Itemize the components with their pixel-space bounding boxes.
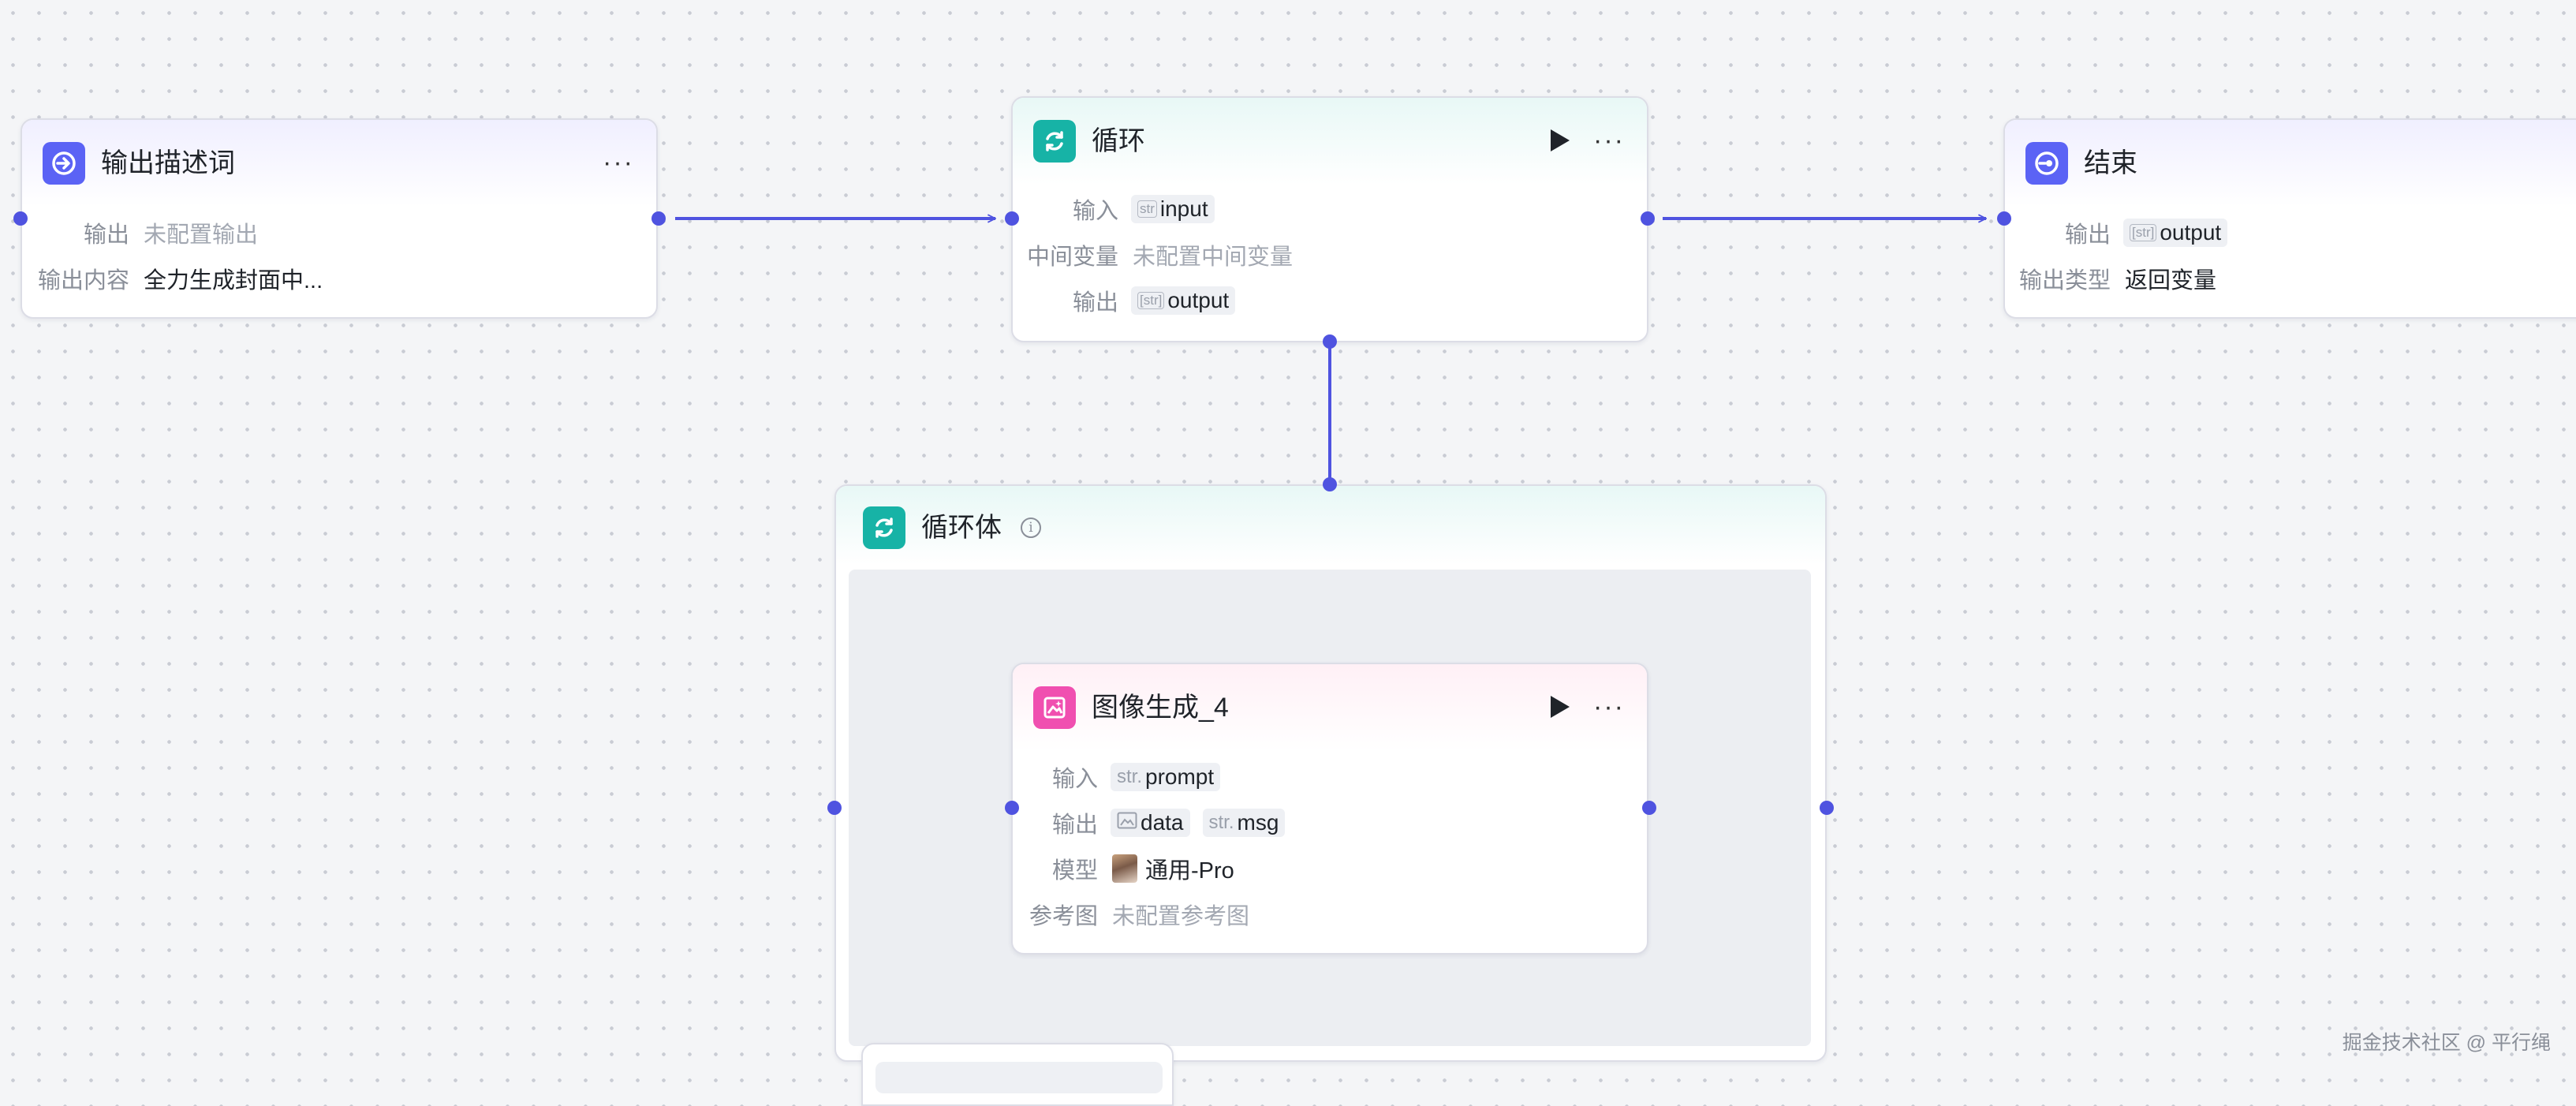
row-label: 输入 <box>1072 199 1118 224</box>
image-generation-icon <box>1033 686 1076 729</box>
row-value: 返回变量 <box>2125 268 2217 293</box>
row-output: 输出 data str. msg <box>1013 805 1286 841</box>
type-prefix: str. <box>1208 812 1234 833</box>
node-output-description[interactable]: 输出描述词 ··· 输出 未配置输出 输出内容 全力生成封面中... <box>21 118 658 319</box>
type-prefix: str. <box>1117 766 1143 787</box>
input-port[interactable] <box>13 211 28 226</box>
loop-body-end-port[interactable] <box>1820 801 1834 815</box>
input-port[interactable] <box>1997 211 2011 226</box>
variable-tag: data <box>1111 809 1190 837</box>
row-reference: 参考图 未配置参考图 <box>1013 896 1249 932</box>
end-node-icon <box>2025 142 2068 185</box>
node-title: 循环 <box>1092 126 1145 156</box>
node-title: 输出描述词 <box>101 148 235 178</box>
image-type-icon <box>1117 812 1137 835</box>
node-loop[interactable]: 循环 ··· 输入 str input 中间变量 未配置中间变量 输出 [str]… <box>1011 96 1648 342</box>
node-header: 输出描述词 ··· <box>22 120 656 207</box>
variable-name: input <box>1159 196 1208 221</box>
node-partial-inner <box>875 1062 1163 1093</box>
variable-name: output <box>1167 288 1230 312</box>
node-header: 结束 <box>2005 120 2576 207</box>
row-value: 未配置输出 <box>144 222 259 248</box>
variable-tag: str input <box>1131 195 1215 223</box>
variable-tag: [str] output <box>2123 219 2228 247</box>
row-label: 输出 <box>83 222 129 248</box>
loop-body-port[interactable] <box>1323 334 1337 349</box>
type-prefix: [str] <box>2130 224 2157 241</box>
output-port[interactable] <box>1641 211 1655 226</box>
run-icon[interactable] <box>1551 696 1570 718</box>
row-label: 输出 <box>1072 290 1118 316</box>
node-title: 结束 <box>2084 148 2137 178</box>
node-title: 循环体 <box>921 513 1002 543</box>
row-value: 全力生成封面中... <box>144 268 323 293</box>
row-value: 未配置参考图 <box>1112 904 1250 929</box>
loop-body-start-port[interactable] <box>827 801 842 815</box>
output-port[interactable] <box>1642 801 1656 815</box>
info-icon[interactable]: i <box>1021 518 1041 538</box>
row-output: 输出 [str] output <box>1013 282 1236 319</box>
node-end[interactable]: 结束 输出 [str] output 输出类型 返回变量 <box>2003 118 2576 319</box>
row-label: 输出 <box>1051 813 1098 838</box>
row-input: 输入 str input <box>1013 191 1215 227</box>
row-model: 模型 通用-Pro <box>1013 850 1234 887</box>
row-output-content: 输出内容 全力生成封面中... <box>22 260 323 297</box>
variable-name: data <box>1141 810 1184 835</box>
row-output: 输出 [str] output <box>2005 215 2228 251</box>
loop-body-icon <box>863 506 905 549</box>
more-options-icon[interactable]: ··· <box>1593 691 1625 723</box>
model-avatar <box>1112 854 1137 883</box>
type-prefix: str <box>1137 200 1157 218</box>
node-title: 图像生成_4 <box>1092 693 1229 723</box>
output-port[interactable] <box>651 211 666 226</box>
row-label: 输出 <box>2064 222 2111 248</box>
row-label: 输出类型 <box>2018 268 2111 293</box>
row-label: 中间变量 <box>1026 245 1118 270</box>
node-header: 循环体 <box>836 486 1825 565</box>
type-prefix: [str] <box>1137 292 1165 309</box>
row-value: 通用-Pro <box>1145 858 1234 884</box>
variable-name: prompt <box>1145 764 1215 789</box>
row-output-type: 输出类型 返回变量 <box>2005 260 2216 297</box>
more-options-icon[interactable]: ··· <box>1593 125 1625 156</box>
more-options-icon[interactable]: ··· <box>603 147 634 178</box>
node-header: 图像生成_4 ··· <box>1013 664 1647 751</box>
input-port[interactable] <box>1005 801 1019 815</box>
watermark: 掘金技术社区 @ 平行绳 <box>2342 1032 2551 1054</box>
row-input: 输入 str. prompt <box>1013 759 1221 795</box>
loop-icon <box>1033 120 1076 163</box>
variable-name: output <box>2160 220 2222 245</box>
node-partial[interactable] <box>861 1043 1174 1106</box>
variable-tag: [str] output <box>1131 286 1236 315</box>
loop-body-top-port[interactable] <box>1323 477 1337 491</box>
row-label: 输出内容 <box>37 268 129 293</box>
row-label: 输入 <box>1051 767 1098 792</box>
row-value: 未配置中间变量 <box>1133 245 1294 270</box>
variable-tag: str. prompt <box>1111 763 1221 791</box>
output-node-icon <box>43 142 85 185</box>
variable-tag: str. msg <box>1202 809 1286 837</box>
node-image-generation[interactable]: 图像生成_4 ··· 输入 str. prompt 输出 data str. msg… <box>1011 663 1648 955</box>
row-intermediate: 中间变量 未配置中间变量 <box>1013 237 1293 273</box>
row-label: 模型 <box>1051 858 1098 884</box>
input-port[interactable] <box>1005 211 1019 226</box>
node-header: 循环 ··· <box>1013 98 1647 185</box>
run-icon[interactable] <box>1551 129 1570 151</box>
row-label: 参考图 <box>1029 904 1098 929</box>
variable-name: msg <box>1237 810 1279 835</box>
row-output: 输出 未配置输出 <box>22 215 258 251</box>
